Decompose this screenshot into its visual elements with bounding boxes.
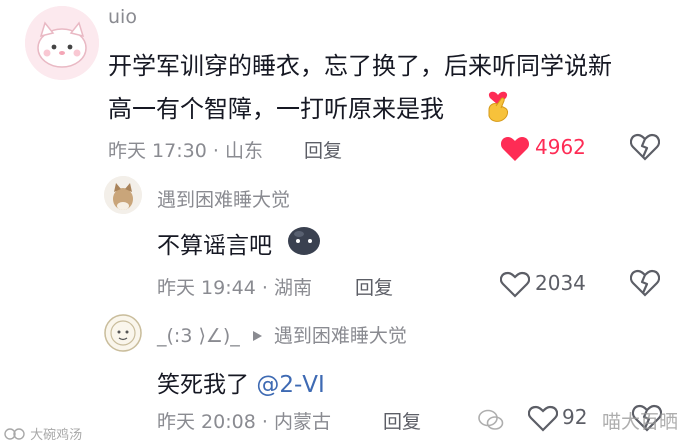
avatar[interactable] <box>25 6 99 80</box>
reply-arrow-icon <box>252 331 262 341</box>
cat-photo-avatar-icon <box>104 176 142 214</box>
dark-blob-face-emoji-icon <box>288 227 320 255</box>
meta-separator: · <box>261 277 268 299</box>
comment-text: 高一有个智障，一打听原来是我 <box>108 95 444 123</box>
round-doodle-avatar-icon <box>104 314 142 352</box>
comment-text: 不算谣言吧 <box>157 233 272 259</box>
heart-filled-icon[interactable] <box>500 135 530 162</box>
cartoon-cat-avatar-icon <box>25 6 99 80</box>
comment-username[interactable]: uio <box>108 6 137 28</box>
avatar[interactable] <box>104 314 142 352</box>
meta-separator: · <box>212 140 219 162</box>
watermark-logo-icon <box>4 428 25 440</box>
like-count: 2034 <box>535 271 586 295</box>
meta-separator: · <box>261 411 268 433</box>
watermark-text: 喵大百晒 <box>602 411 679 433</box>
comment-meta: 昨天 20:08 · 内蒙古 <box>157 407 331 434</box>
comment-username[interactable]: 遇到困难睡大觉 <box>157 185 290 212</box>
comment-meta: 昨天 17:30 · 山东 <box>108 136 263 163</box>
broken-heart-icon[interactable] <box>630 269 660 297</box>
comment-time: 昨天 17:30 <box>108 140 207 162</box>
mention-link[interactable]: @2-VI <box>256 372 324 398</box>
reply-button[interactable]: 回复 <box>383 407 421 434</box>
watermark-text: 大碗鸡汤 <box>30 428 83 443</box>
comment-location: 内蒙古 <box>273 411 331 433</box>
reply-target-username[interactable]: 遇到困难睡大觉 <box>274 325 407 347</box>
like-count: 4962 <box>535 135 586 159</box>
comment-text-row: 笑死我了 @2-VI <box>157 365 325 399</box>
comment-username-row: _(:3 ⟩∠)_ 遇到困难睡大觉 <box>157 321 407 348</box>
comment-text-line-1: 开学军训穿的睡衣，忘了换了，后来听同学说新 <box>108 52 612 80</box>
heart-outline-icon[interactable] <box>500 271 530 298</box>
comment-time: 昨天 19:44 <box>157 277 256 299</box>
comment-text-line-2: 高一有个智障，一打听原来是我 <box>108 89 444 124</box>
wechat-logo-icon <box>478 409 504 430</box>
reply-button[interactable]: 回复 <box>304 136 342 163</box>
reply-button[interactable]: 回复 <box>355 273 393 300</box>
comment-text: 笑死我了 <box>157 372 249 398</box>
avatar[interactable] <box>104 176 142 214</box>
comment-location: 山东 <box>224 140 263 162</box>
comment-meta: 昨天 19:44 · 湖南 <box>157 273 312 300</box>
finger-heart-emoji-icon <box>488 91 508 122</box>
watermark-left: 大碗鸡汤 <box>4 424 82 443</box>
comment-time: 昨天 20:08 <box>157 411 256 433</box>
comment-location: 湖南 <box>273 277 312 299</box>
watermark-right: 喵大百晒 <box>478 407 678 434</box>
broken-heart-icon[interactable] <box>630 133 660 161</box>
comment-username[interactable]: _(:3 ⟩∠)_ <box>157 325 240 347</box>
